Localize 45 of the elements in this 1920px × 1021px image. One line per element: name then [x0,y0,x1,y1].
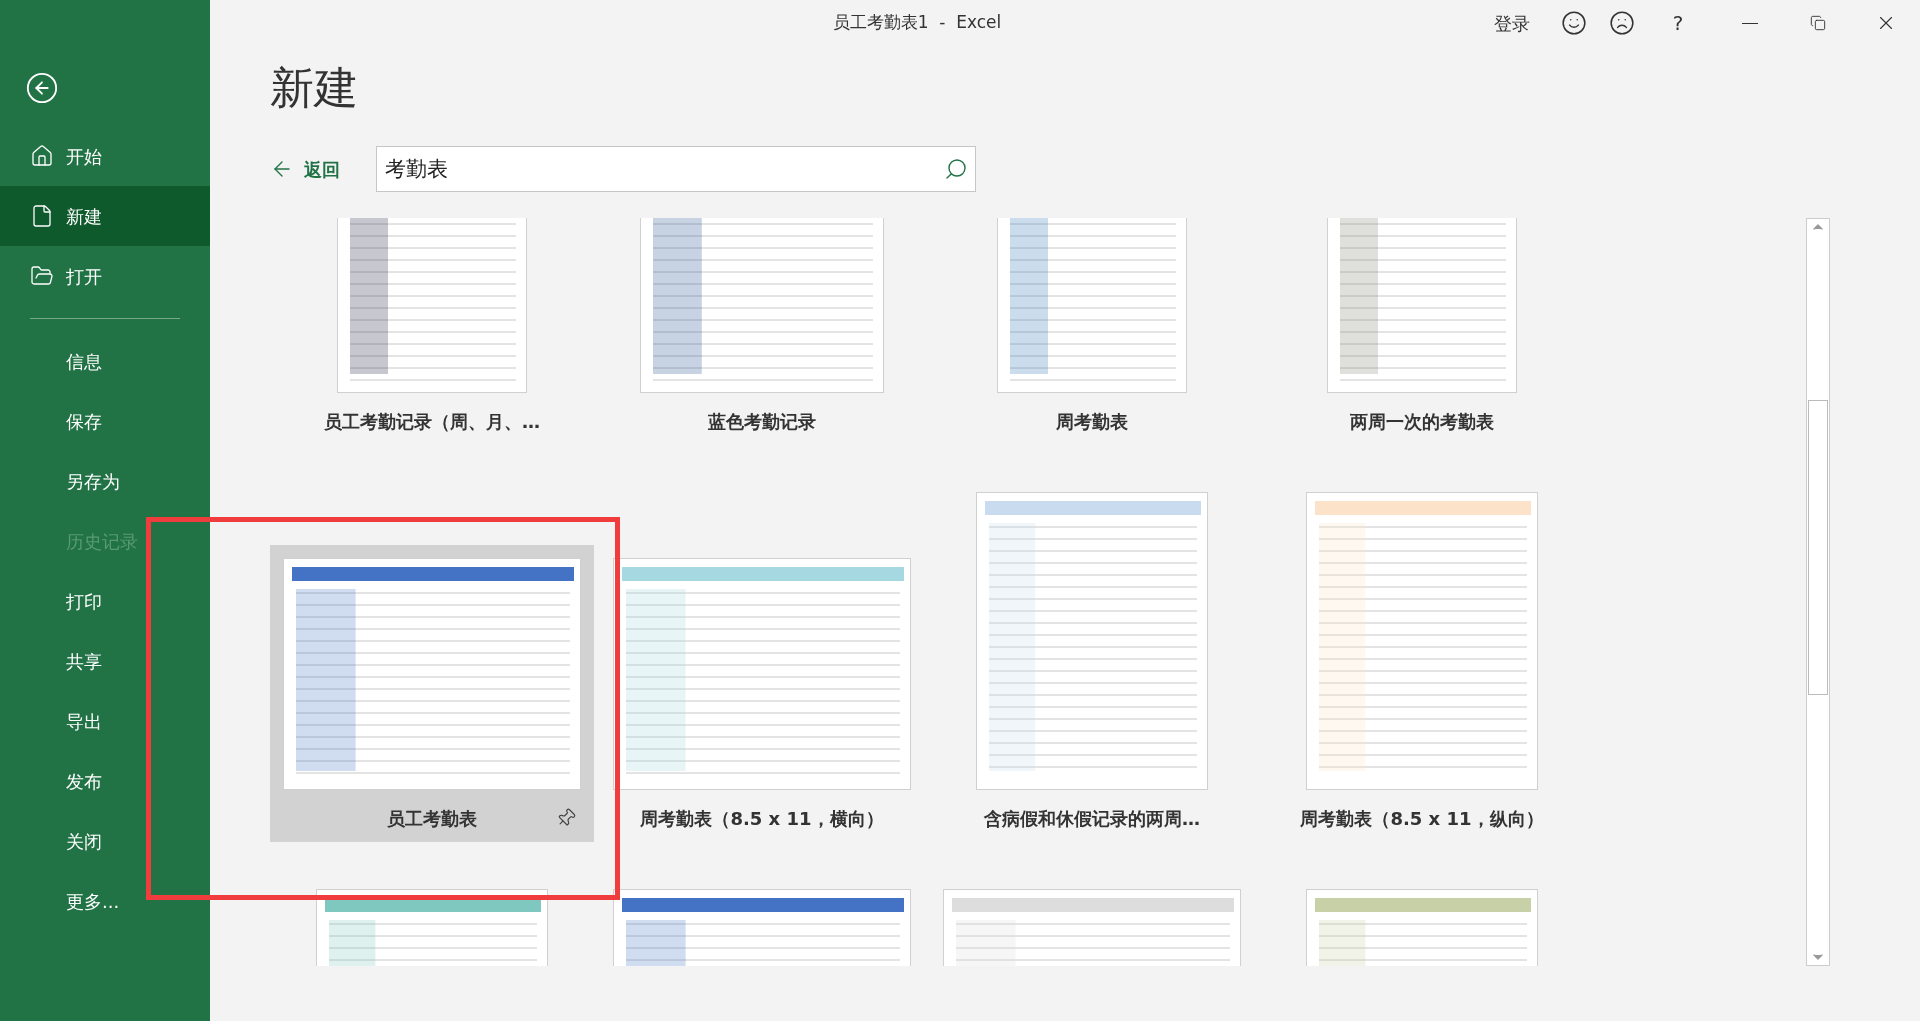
template-title: 周考勤表 [1056,409,1128,434]
home-icon [30,144,54,168]
template-title: 含病假和休假记录的两周… [984,806,1200,831]
help-button[interactable]: ? [1658,3,1698,43]
sidebar-item[interactable]: 关闭 [0,811,210,871]
sidebar-item[interactable]: 新建 [0,186,210,246]
page-heading: 新建 [270,61,359,115]
sidebar-item[interactable]: 打开 [0,246,210,306]
frown-icon [1609,10,1635,36]
template-card[interactable]: 周考勤表 [930,218,1254,445]
template-title: 员工考勤表 [387,806,477,831]
template-card[interactable]: 员工考勤表 [270,545,594,842]
window-title: 员工考勤表1 - Excel [832,11,1002,35]
minimize-icon [1742,22,1758,24]
search-field[interactable]: 考勤表 [376,146,976,192]
template-title: 员工考勤记录（周、月、… [324,409,540,434]
template-card[interactable]: 含病假和休假记录的两周… [930,479,1254,842]
sidebar-item[interactable]: 另存为 [0,451,210,511]
back-link[interactable]: 返回 [270,155,340,183]
sidebar-item[interactable]: 发布 [0,751,210,811]
sidebar-item[interactable]: 保存 [0,391,210,451]
back-icon [25,71,59,105]
template-title: 周考勤表（8.5 x 11，纵向） [1300,806,1544,831]
template-card[interactable]: 蓝色考勤记录 [600,218,924,445]
sidebar-item[interactable]: 更多... [0,871,210,931]
smile-icon [1561,10,1587,36]
sidebar-item[interactable]: 导出 [0,691,210,751]
scrollbar-thumb[interactable] [1808,399,1828,695]
template-card[interactable]: 两周一次的考勤表 [1260,218,1584,445]
sign-in-link[interactable]: 登录 [1484,9,1540,37]
folder-icon [30,264,54,288]
template-title: 蓝色考勤记录 [708,409,816,434]
template-title: 周考勤表（8.5 x 11，横向） [640,806,884,831]
template-card[interactable]: 周考勤表（8.5 x 11，纵向） [1260,479,1584,842]
back-button[interactable] [24,70,60,106]
sidebar-item[interactable]: 信息 [0,331,210,391]
document-icon [30,204,54,228]
template-card[interactable]: 周考勤表（8.5 x 11，横向） [600,545,924,842]
sidebar-item[interactable]: 共享 [0,631,210,691]
template-title: 两周一次的考勤表 [1350,409,1494,434]
search-icon[interactable] [944,157,968,181]
sidebar-item[interactable]: 开始 [0,126,210,186]
sidebar-item[interactable]: 打印 [0,571,210,631]
template-card[interactable]: 员工考勤记录（周、月、… [270,218,594,445]
restore-icon [1810,15,1826,31]
